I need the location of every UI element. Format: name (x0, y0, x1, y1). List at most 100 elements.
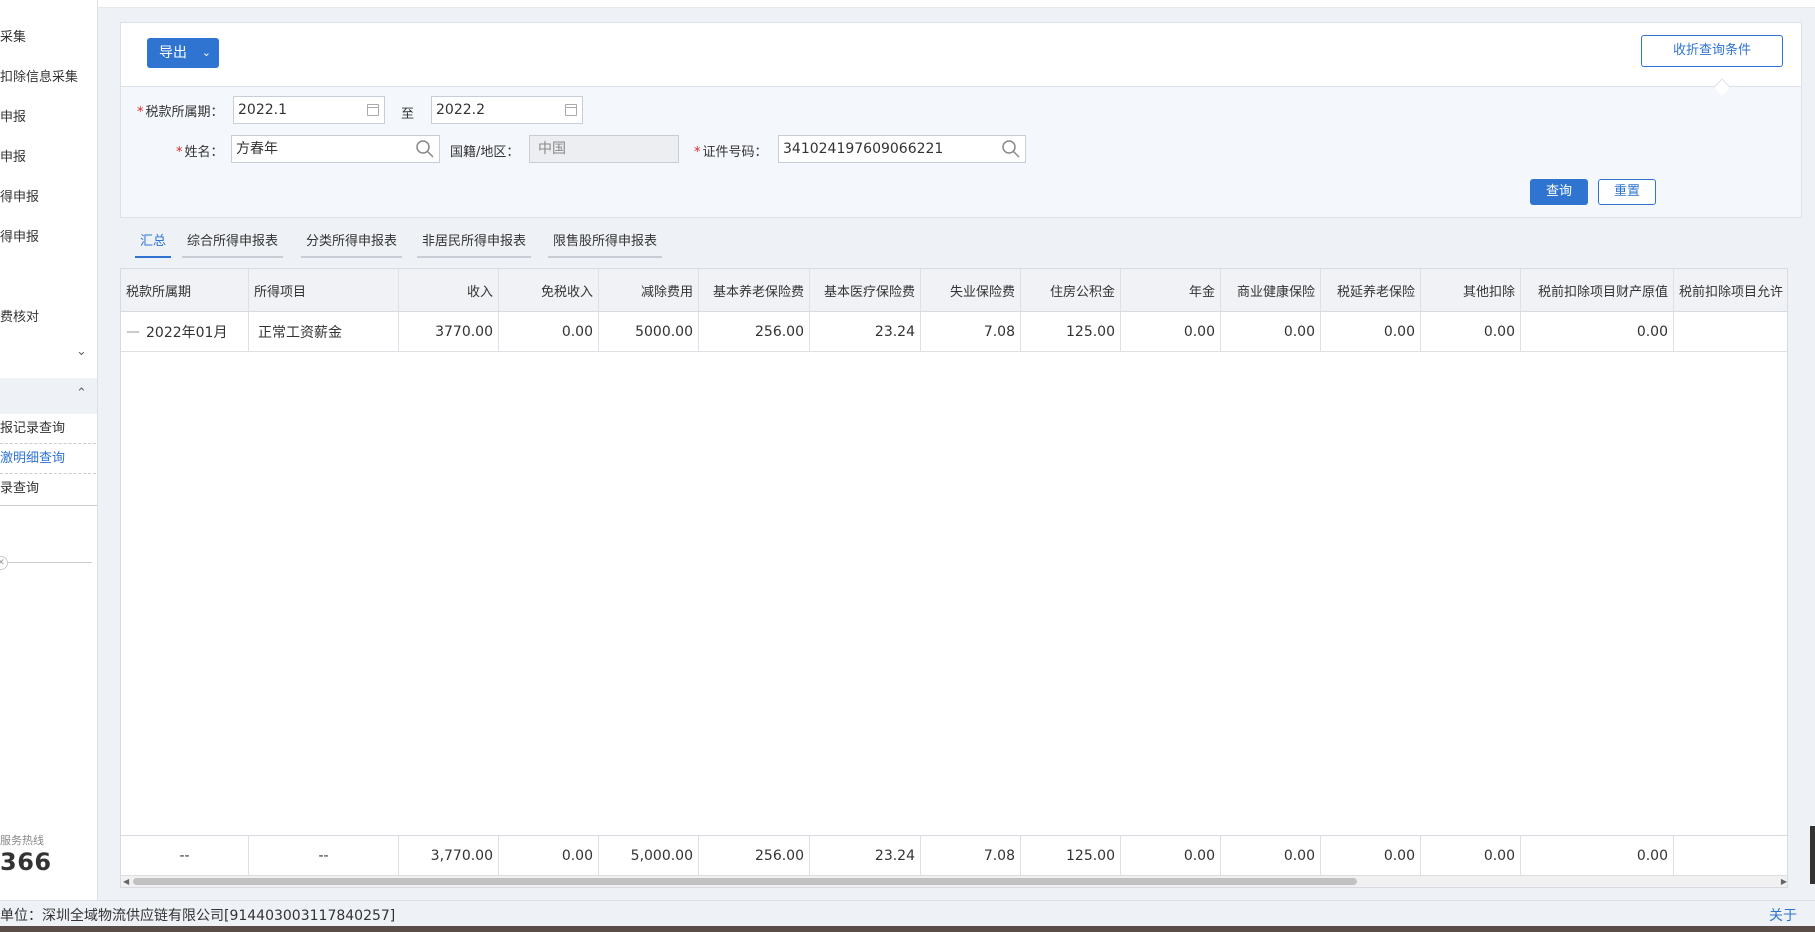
sidebar-item-income-declare-2[interactable]: 得申报 (0, 226, 39, 245)
row-expander-icon[interactable]: — (126, 324, 140, 340)
col-header-period[interactable]: 税款所属期 (121, 269, 249, 311)
search-icon[interactable] (1001, 139, 1021, 159)
col-header-unemployment-insurance[interactable]: 失业保险费 (921, 269, 1021, 311)
scroll-left-arrow-icon[interactable]: ◀ (123, 876, 129, 887)
top-strip (98, 0, 1815, 8)
submenu-item-log-query[interactable]: 录查询 (0, 474, 96, 504)
tab-classified-income[interactable]: 分类所得申报表 (301, 228, 403, 258)
total-deferred-pension: 0.00 (1321, 836, 1421, 875)
horizontal-scrollbar[interactable]: ◀ ▶ (121, 875, 1787, 887)
tab-comprehensive-income[interactable]: 综合所得申报表 (182, 228, 284, 258)
cell-health-insurance: 0.00 (1221, 312, 1321, 351)
reset-button[interactable]: 重置 (1598, 179, 1656, 205)
cell-tax-free-income: 0.00 (499, 312, 599, 351)
sidebar-item-collect[interactable]: 采集 (0, 26, 26, 45)
name-value: 方春年 (236, 141, 278, 157)
cell-other-deduction: 0.00 (1421, 312, 1521, 351)
tab-summary[interactable]: 汇总 (135, 228, 172, 258)
table-footer-totals: -- -- 3,770.00 0.00 5,000.00 256.00 23.2… (121, 835, 1787, 875)
scrollbar-thumb[interactable] (133, 878, 1357, 885)
sidebar-item-fee-check[interactable]: 费核对 (0, 306, 39, 325)
total-medical-insurance: 23.24 (810, 836, 921, 875)
col-header-medical-insurance[interactable]: 基本医疗保险费 (810, 269, 921, 311)
period-from-input[interactable]: 2022.1 (233, 96, 385, 124)
col-header-deferred-pension[interactable]: 税延养老保险 (1321, 269, 1421, 311)
table-header: 税款所属期 所得项目 收入 免税收入 减除费用 基本养老保险费 基本医疗保险费 … (121, 269, 1787, 312)
id-label: * 证件号码： (694, 141, 768, 160)
collapse-query-button[interactable]: 收折查询条件 (1641, 35, 1783, 67)
col-header-property-original-value[interactable]: 税前扣除项目财产原值 (1521, 269, 1674, 311)
total-housing-fund: 125.00 (1021, 836, 1121, 875)
side-panel-handle[interactable] (1810, 826, 1815, 884)
chevron-down-icon: ⌄ (201, 46, 211, 59)
sidebar-item-deduction-collect[interactable]: 扣除信息采集 (0, 66, 78, 85)
col-header-income-item[interactable]: 所得项目 (249, 269, 399, 311)
search-icon[interactable] (415, 139, 435, 159)
col-header-allowed-deduction[interactable]: 税前扣除项目允许 (1674, 269, 1787, 311)
cell-medical-insurance: 23.24 (810, 312, 921, 351)
total-allowed-deduction (1674, 836, 1787, 875)
calendar-icon[interactable] (367, 104, 379, 116)
total-unemployment-insurance: 7.08 (921, 836, 1021, 875)
scroll-right-arrow-icon[interactable]: ▶ (1781, 876, 1787, 887)
sidebar: 采集 扣除信息采集 申报 申报 得申报 得申报 费核对 ⌄ ⌃ 报记录查询 激明… (0, 0, 98, 900)
taskbar-strip (0, 926, 1815, 932)
cell-period: — 2022年01月 (121, 312, 249, 351)
cell-annuity: 0.00 (1121, 312, 1221, 351)
table-row[interactable]: — 2022年01月 正常工资薪金 3770.00 0.00 5000.00 2… (121, 312, 1787, 352)
col-header-tax-free-income[interactable]: 免税收入 (499, 269, 599, 311)
col-header-other-deduction[interactable]: 其他扣除 (1421, 269, 1521, 311)
total-deduction-fee: 5,000.00 (599, 836, 699, 875)
unit-info: 单位：深圳全域物流供应链有限公司[914403003117840257] (0, 908, 396, 924)
col-header-health-insurance[interactable]: 商业健康保险 (1221, 269, 1321, 311)
col-header-pension-insurance[interactable]: 基本养老保险费 (699, 269, 810, 311)
period-to-input[interactable]: 2022.2 (431, 96, 583, 124)
chevron-up-icon[interactable]: ⌃ (76, 386, 87, 401)
cell-period-value: 2022年01月 (146, 324, 228, 341)
query-button[interactable]: 查询 (1530, 179, 1588, 205)
period-label-text: 税款所属期： (145, 105, 224, 120)
sidebar-item-income-declare-1[interactable]: 得申报 (0, 186, 39, 205)
col-header-annuity[interactable]: 年金 (1121, 269, 1221, 311)
period-from-value: 2022.1 (238, 102, 287, 118)
sidebar-item-declare-1[interactable]: 申报 (0, 106, 26, 125)
required-mark: * (176, 145, 183, 160)
name-input[interactable]: 方春年 (231, 135, 440, 163)
total-health-insurance: 0.00 (1221, 836, 1321, 875)
total-annuity: 0.00 (1121, 836, 1221, 875)
name-label: * 姓名： (176, 141, 224, 160)
id-number-input[interactable]: 341024197609066221 (778, 135, 1026, 163)
hotline-number: 366 (0, 848, 52, 876)
status-bar: 单位：深圳全域物流供应链有限公司[914403003117840257] 关于 (0, 900, 1815, 926)
cell-income: 3770.00 (399, 312, 499, 351)
cell-allowed-deduction (1674, 312, 1787, 351)
cell-unemployment-insurance: 7.08 (921, 312, 1021, 351)
period-label: * 税款所属期： (137, 101, 224, 120)
id-label-text: 证件号码： (702, 145, 768, 160)
total-period: -- (121, 836, 249, 875)
calendar-icon[interactable] (565, 104, 577, 116)
sidebar-group-header[interactable]: ⌃ (0, 378, 97, 414)
total-tax-free-income: 0.00 (499, 836, 599, 875)
sidebar-item-declare-2[interactable]: 申报 (0, 146, 26, 165)
col-header-deduction-fee[interactable]: 减除费用 (599, 269, 699, 311)
submenu-item-record-query[interactable]: 报记录查询 (0, 414, 96, 444)
period-to-value: 2022.2 (436, 102, 485, 118)
nationality-label: 国籍/地区： (450, 145, 520, 160)
tab-restricted-stock-income[interactable]: 限售股所得申报表 (548, 228, 663, 258)
about-link[interactable]: 关于 (1769, 905, 1797, 925)
to-label: 至 (401, 107, 415, 122)
close-icon[interactable]: ✕ (0, 556, 8, 570)
total-property-original-value: 0.00 (1521, 836, 1674, 875)
col-header-income[interactable]: 收入 (399, 269, 499, 311)
cell-deferred-pension: 0.00 (1321, 312, 1421, 351)
export-button[interactable]: 导出 ⌄ (147, 38, 219, 68)
required-mark: * (694, 145, 701, 160)
income-table: 税款所属期 所得项目 收入 免税收入 减除费用 基本养老保险费 基本医疗保险费 … (120, 268, 1788, 888)
export-label: 导出 (159, 45, 187, 61)
submenu-item-detail-query[interactable]: 激明细查询 (0, 444, 96, 474)
tab-nonresident-income[interactable]: 非居民所得申报表 (417, 228, 532, 258)
chevron-down-icon[interactable]: ⌄ (76, 344, 87, 359)
id-number-value: 341024197609066221 (783, 141, 944, 157)
col-header-housing-fund[interactable]: 住房公积金 (1021, 269, 1121, 311)
